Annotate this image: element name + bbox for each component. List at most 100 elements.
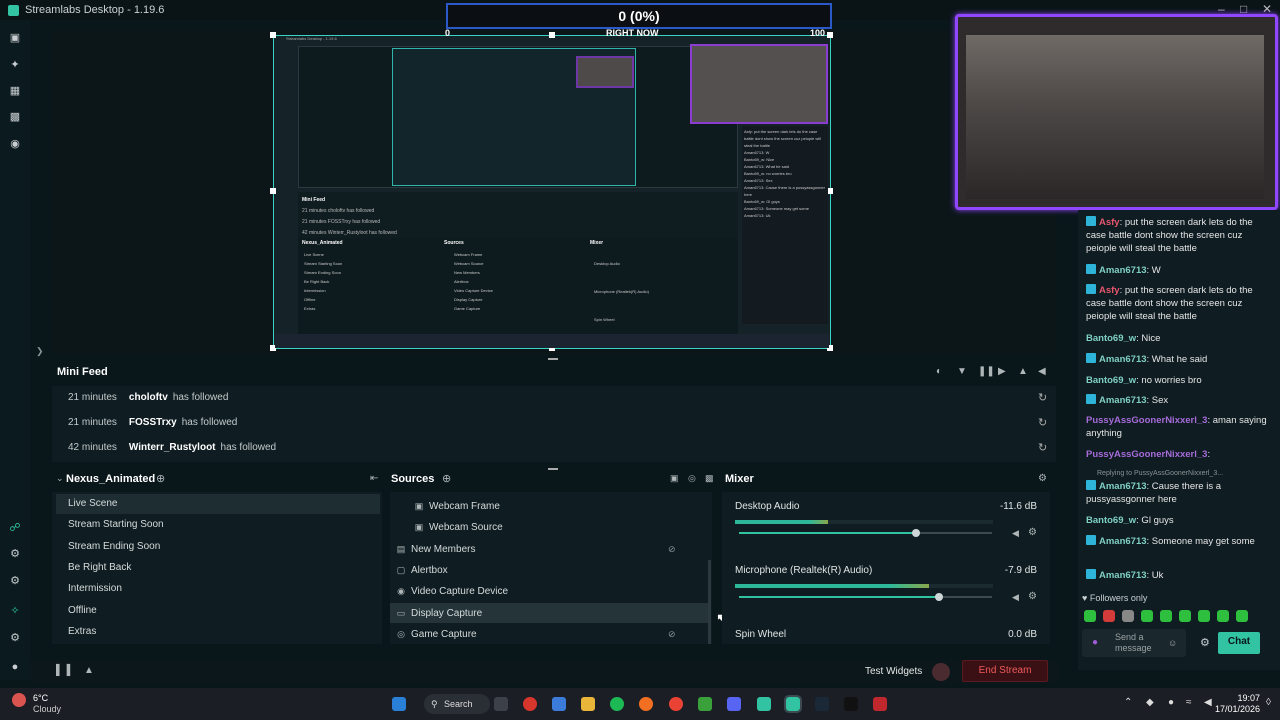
opera-icon[interactable] xyxy=(523,697,537,711)
weather-icon[interactable] xyxy=(12,693,26,707)
adobe-icon[interactable] xyxy=(844,697,858,711)
source-item[interactable]: ▤ New Members ⊘ xyxy=(390,539,708,559)
notification-icon[interactable]: ◊ xyxy=(1266,697,1271,708)
task-view-icon[interactable] xyxy=(494,697,508,711)
channel-settings-icon[interactable]: ⚙ xyxy=(1028,527,1037,538)
emote-icon[interactable] xyxy=(1103,610,1115,622)
add-source-icon[interactable]: ⊕ xyxy=(442,472,451,485)
feed-user[interactable]: choloftv xyxy=(129,392,168,403)
emote-icon[interactable] xyxy=(1217,610,1229,622)
tray-arrow-icon[interactable]: ⌃ xyxy=(1124,697,1132,708)
soundcloud-icon[interactable] xyxy=(639,697,653,711)
live-icon[interactable]: ◉ xyxy=(9,138,21,150)
chat-username[interactable]: Banto69_w xyxy=(1086,333,1136,344)
scene-item[interactable]: Intermission xyxy=(56,579,380,599)
chat-username[interactable]: Aman6713 xyxy=(1099,354,1147,365)
scene-item[interactable]: Live Scene xyxy=(56,494,380,514)
source-hide-icon[interactable]: ◎ xyxy=(688,473,696,484)
wifi-icon[interactable]: ≈ xyxy=(1186,697,1192,708)
valorant-icon[interactable] xyxy=(873,697,887,711)
chat-username[interactable]: Aman6713 xyxy=(1099,395,1147,406)
highlighter-icon[interactable]: ☍ xyxy=(9,522,21,534)
expand-arrow-icon[interactable]: ❯ xyxy=(36,346,44,357)
scene-item[interactable]: Stream Ending Soon xyxy=(56,537,380,557)
volume-slider[interactable] xyxy=(739,529,992,537)
webcam-overlay[interactable] xyxy=(955,14,1278,210)
emote-icon[interactable] xyxy=(1084,610,1096,622)
resize-handle[interactable] xyxy=(549,32,555,38)
clock-date[interactable]: 17/01/2026 xyxy=(1214,704,1260,714)
test-widgets-button[interactable]: Test Widgets xyxy=(865,666,922,677)
collapse-icon[interactable]: ⌄ xyxy=(56,473,64,484)
feed-user[interactable]: FOSSTrxy xyxy=(129,417,177,428)
emote-icon[interactable] xyxy=(1122,610,1134,622)
feed-settings-icon[interactable]: ◐ xyxy=(936,366,942,377)
weather-temp[interactable]: 6°C xyxy=(33,693,48,703)
mute-icon[interactable]: ◀ xyxy=(1012,592,1019,603)
pause-icon[interactable]: ❚❚ xyxy=(978,366,995,377)
emote-icon[interactable] xyxy=(1198,610,1210,622)
streamlabs-taskbar-icon[interactable] xyxy=(784,695,802,713)
replay-icon[interactable]: ↻ xyxy=(1038,416,1047,429)
source-item[interactable]: ▢ Alertbox xyxy=(390,560,708,580)
tray-mic-icon[interactable]: ● xyxy=(1168,697,1174,708)
profile-icon[interactable]: ● xyxy=(9,661,21,673)
source-layout-icon[interactable]: ▣ xyxy=(670,473,679,484)
scene-collection-title[interactable]: Nexus_Animated xyxy=(66,473,155,485)
chat-username[interactable]: Aman6713 xyxy=(1099,536,1147,547)
themes-icon[interactable]: ✦ xyxy=(9,59,21,71)
chrome-icon[interactable] xyxy=(669,697,683,711)
chat-username[interactable]: Aman6713 xyxy=(1099,481,1147,492)
feed-user[interactable]: Winterr_Rustyloot xyxy=(129,442,216,453)
emote-icon[interactable] xyxy=(1236,610,1248,622)
replay-icon[interactable]: ↻ xyxy=(1038,441,1047,454)
performance-icon[interactable]: ▌▐ xyxy=(56,665,70,676)
emoji-icon[interactable]: ☺ xyxy=(1168,638,1177,648)
source-item[interactable]: ◉ Video Capture Device xyxy=(390,581,708,601)
spotify-icon[interactable] xyxy=(610,697,624,711)
transition-icon[interactable]: ⇤ xyxy=(370,473,378,484)
editor-icon[interactable]: ▣ xyxy=(9,32,21,44)
layout-icon[interactable]: ▩ xyxy=(9,111,21,123)
chat-username[interactable]: PussyAssGoonerNixxerl_3 xyxy=(1086,415,1207,426)
source-item[interactable]: ◎ Game Capture ⊘ xyxy=(390,624,708,644)
chat-username[interactable]: PussyAssGoonerNixxerl_3 xyxy=(1086,449,1207,460)
resize-handle[interactable] xyxy=(270,188,276,194)
rec-button[interactable] xyxy=(932,663,950,681)
volume-tray-icon[interactable]: ◀ xyxy=(1204,697,1212,708)
clock-time[interactable]: 19:07 xyxy=(1220,693,1260,703)
channel-settings-icon[interactable]: ⚙ xyxy=(1028,591,1037,602)
chat-settings-icon[interactable]: ⚙ xyxy=(1200,636,1210,649)
settings-icon[interactable]: ⚙ xyxy=(9,632,21,644)
emote-icon[interactable] xyxy=(1179,610,1191,622)
resize-bar[interactable] xyxy=(548,468,558,470)
scene-item[interactable]: Offline xyxy=(56,601,380,621)
add-scene-icon[interactable]: ⊕ xyxy=(156,472,165,485)
volume-slider[interactable] xyxy=(739,593,992,601)
emote-bar[interactable] xyxy=(1084,610,1255,625)
scene-item[interactable]: Stream Starting Soon xyxy=(56,515,380,535)
network-icon[interactable]: ◆ xyxy=(1146,697,1154,708)
copilot-icon[interactable] xyxy=(552,697,566,711)
sources-scrollbar[interactable] xyxy=(708,560,711,644)
bell-icon[interactable]: ▲ xyxy=(1018,366,1028,377)
chat-username[interactable]: Banto69_w xyxy=(1086,515,1136,526)
resize-bar[interactable] xyxy=(548,358,558,360)
resize-handle[interactable] xyxy=(827,32,833,38)
steam-icon[interactable] xyxy=(815,697,829,711)
xbox-icon[interactable] xyxy=(698,697,712,711)
store-icon[interactable]: ▦ xyxy=(9,85,21,97)
filter-icon[interactable]: ▼ xyxy=(957,366,967,377)
volume-icon[interactable]: ◀ xyxy=(1038,366,1046,377)
volume-knob[interactable] xyxy=(934,593,943,601)
taskbar-search[interactable]: ⚲ Search xyxy=(424,694,490,714)
start-icon[interactable] xyxy=(392,697,406,711)
hidden-eye-icon[interactable]: ⊘ xyxy=(668,539,676,559)
discord-icon[interactable] xyxy=(727,697,741,711)
source-item[interactable]: ▣ Webcam Frame xyxy=(394,496,712,516)
ultra-icon[interactable]: ✧ xyxy=(9,605,21,617)
mute-icon[interactable]: ◀ xyxy=(1012,528,1019,539)
weather-desc[interactable]: Cloudy xyxy=(33,704,61,714)
chat-input[interactable]: ● Send a message ☺ xyxy=(1082,629,1186,657)
mic-icon[interactable]: ● xyxy=(1092,637,1098,648)
